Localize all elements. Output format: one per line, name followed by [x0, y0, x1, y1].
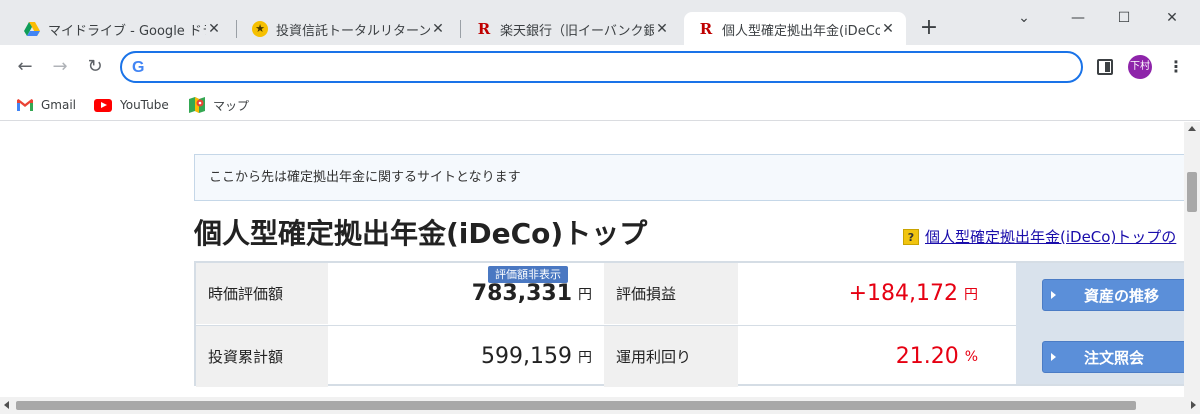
close-icon[interactable]: ✕: [206, 21, 222, 37]
maximize-button[interactable]: ☐: [1100, 6, 1148, 30]
market-value-unit: 円: [578, 286, 592, 303]
scroll-right-icon[interactable]: [1191, 401, 1196, 409]
forward-button[interactable]: →: [46, 53, 74, 81]
tab-title: 楽天銀行（旧イーバンク銀行: [500, 23, 654, 39]
tab-title: 投資信託トータルリターン／マ: [276, 23, 430, 39]
bookmark-maps[interactable]: マップ: [189, 95, 249, 115]
action-button-column: 資産の推移 注文照会: [1016, 263, 1184, 384]
avatar[interactable]: 下村: [1128, 55, 1152, 79]
tab-title: マイドライブ - Google ドライブ: [48, 23, 206, 39]
tab-separator: [236, 20, 237, 38]
triangle-right-icon: [1051, 291, 1056, 299]
browser-toolbar: ← → ↻ G 下村 ⋮: [0, 45, 1200, 89]
new-tab-button[interactable]: +: [917, 17, 941, 41]
scrollbar-thumb[interactable]: [1187, 172, 1197, 212]
google-g-icon: G: [132, 59, 145, 76]
close-icon[interactable]: ✕: [654, 21, 670, 37]
page-viewport: ここから先は確定拠出年金に関するサイトとなります 個人型確定拠出年金(iDeCo…: [0, 122, 1184, 397]
scroll-up-icon[interactable]: [1188, 126, 1196, 131]
question-icon: ?: [903, 228, 919, 245]
google-drive-icon: [24, 21, 40, 37]
market-value-label: 時価評価額: [196, 263, 328, 324]
reload-button[interactable]: ↻: [81, 53, 109, 81]
yield-label: 運用利回り: [604, 326, 738, 387]
hide-value-badge[interactable]: 評価額非表示: [488, 266, 568, 283]
gain-unit: 円: [964, 286, 978, 303]
close-icon[interactable]: ✕: [880, 21, 896, 37]
order-inquiry-button[interactable]: 注文照会: [1042, 341, 1184, 373]
rakuten-icon: R: [699, 20, 713, 38]
tab-strip: マイドライブ - Google ドライブ ✕ ★ 投資信託トータルリターン／マ …: [0, 0, 1200, 46]
tab-ideco[interactable]: R 個人型確定拠出年金(iDeCo ✕: [684, 12, 906, 46]
page-title: 個人型確定拠出年金(iDeCo)トップ: [194, 217, 648, 250]
bookmark-gmail[interactable]: Gmail: [17, 95, 76, 115]
invested-label: 投資累計額: [196, 326, 328, 387]
invested-value: 599,159: [481, 344, 572, 369]
asset-summary-table: 時価評価額 783,331 円 評価額非表示 評価損益 +184,172 円 投…: [194, 261, 1184, 387]
side-panel-icon[interactable]: [1097, 59, 1113, 75]
site-notice: ここから先は確定拠出年金に関するサイトとなります: [194, 154, 1184, 201]
tab-fund-return[interactable]: ★ 投資信託トータルリターン／マ ✕: [238, 12, 456, 46]
gain-cell: +184,172 円: [738, 263, 990, 324]
help-link[interactable]: ? 個人型確定拠出年金(iDeCo)トップの: [903, 226, 1176, 247]
close-icon[interactable]: ✕: [430, 21, 446, 37]
close-window-button[interactable]: ✕: [1148, 6, 1196, 30]
tab-search-dropdown-icon[interactable]: ⌄: [1000, 6, 1048, 30]
scrollbar-thumb[interactable]: [16, 401, 1136, 410]
maps-icon: [189, 97, 205, 113]
invested-cell: 599,159 円: [328, 326, 604, 387]
youtube-icon: [94, 98, 112, 112]
tab-rakuten-bank[interactable]: R 楽天銀行（旧イーバンク銀行 ✕: [462, 12, 680, 46]
gmail-icon: [17, 99, 33, 111]
horizontal-scrollbar[interactable]: [0, 397, 1200, 414]
rakuten-icon: R: [477, 20, 491, 38]
scroll-left-icon[interactable]: [4, 401, 9, 409]
menu-icon[interactable]: ⋮: [1168, 55, 1184, 79]
tab-google-drive[interactable]: マイドライブ - Google ドライブ ✕: [10, 12, 232, 46]
bookmark-youtube[interactable]: YouTube: [94, 95, 169, 115]
star-badge-icon: ★: [252, 21, 268, 37]
triangle-right-icon: [1051, 353, 1056, 361]
bookmarks-bar: Gmail YouTube マップ: [0, 89, 1200, 121]
minimize-button[interactable]: —: [1054, 6, 1102, 30]
gain-value: +184,172: [848, 281, 958, 306]
market-value: 783,331: [471, 281, 572, 306]
invested-unit: 円: [578, 349, 592, 366]
tab-title: 個人型確定拠出年金(iDeCo: [722, 23, 880, 39]
address-bar[interactable]: G: [120, 51, 1083, 83]
tab-separator: [460, 20, 461, 38]
yield-value: 21.20: [895, 344, 959, 369]
address-input[interactable]: [158, 57, 1058, 77]
yield-cell: 21.20 %: [738, 326, 990, 387]
asset-history-button[interactable]: 資産の推移: [1042, 279, 1184, 311]
help-link-text[interactable]: 個人型確定拠出年金(iDeCo)トップの: [925, 226, 1176, 247]
gain-label: 評価損益: [604, 263, 738, 324]
yield-unit: %: [964, 348, 978, 365]
vertical-scrollbar[interactable]: [1184, 122, 1200, 397]
back-button[interactable]: ←: [11, 53, 39, 81]
